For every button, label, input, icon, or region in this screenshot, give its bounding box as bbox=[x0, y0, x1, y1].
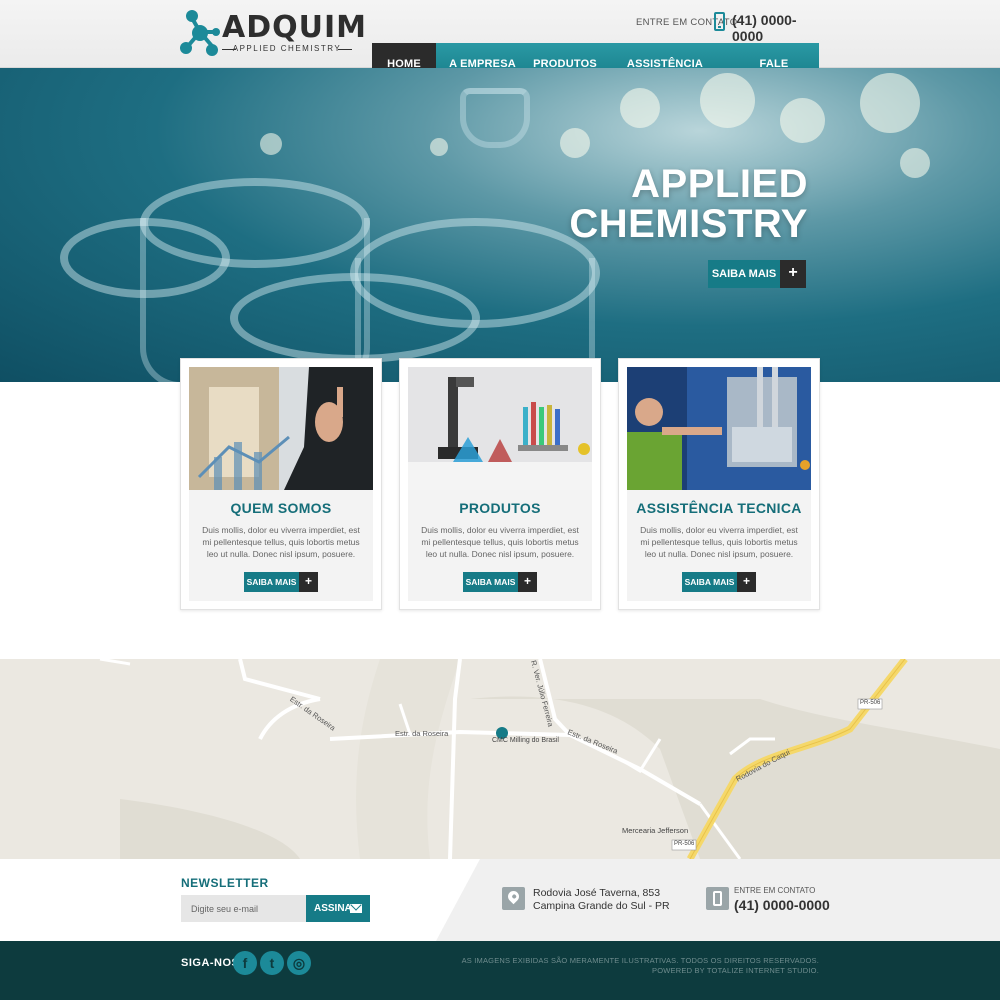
card-produtos: PRODUTOS Duis mollis, dolor eu viverra i… bbox=[399, 358, 601, 610]
contact-label: ENTRE EM CONTATO bbox=[734, 886, 816, 895]
site-footer: SIGA-NOS f t ◎ AS IMAGENS EXIBIDAS SÃO M… bbox=[0, 941, 1000, 1000]
twitter-icon[interactable]: t bbox=[260, 951, 284, 975]
plus-icon: + bbox=[518, 572, 537, 592]
map-label: PR-506 bbox=[674, 841, 695, 847]
location-map[interactable]: Estr. da Roseira Estr. da Roseira Estr. … bbox=[0, 659, 1000, 859]
info-band: NEWSLETTER ASSINAR Rodovia José Taverna,… bbox=[0, 859, 1000, 941]
plus-icon: + bbox=[780, 260, 806, 288]
card-text: Duis mollis, dolor eu viverra imperdiet,… bbox=[640, 525, 798, 559]
card-text: Duis mollis, dolor eu viverra imperdiet,… bbox=[421, 525, 579, 559]
follow-label: SIGA-NOS bbox=[181, 957, 240, 969]
card-title: PRODUTOS bbox=[459, 500, 541, 516]
map-label: Mercearia Jefferson bbox=[622, 826, 689, 835]
hero-saiba-mais-button[interactable]: SAIBA MAIS + bbox=[708, 260, 806, 288]
address: Rodovia José Taverna, 853 Campina Grande… bbox=[533, 887, 670, 912]
card-image-technician bbox=[627, 367, 811, 490]
location-pin-icon bbox=[502, 887, 525, 910]
newsletter-subscribe-button[interactable]: ASSINAR bbox=[306, 895, 370, 922]
card-title: ASSISTÊNCIA TECNICA bbox=[636, 500, 802, 516]
map-label: Estr. da Roseira bbox=[395, 729, 449, 738]
newsletter-email-input[interactable] bbox=[181, 895, 306, 922]
plus-icon: + bbox=[299, 572, 318, 592]
phone-icon bbox=[714, 12, 725, 31]
facebook-icon[interactable]: f bbox=[233, 951, 257, 975]
molecule-icon bbox=[180, 10, 220, 56]
contact-phone[interactable]: (41) 0000-0000 bbox=[734, 897, 830, 913]
map-marker-label: CMC Milling do Brasil bbox=[492, 737, 559, 744]
logo-wordmark: ADQUIM bbox=[222, 10, 367, 45]
footer-legal: AS IMAGENS EXIBIDAS SÃO MERAMENTE ILUSTR… bbox=[461, 956, 819, 975]
instagram-icon[interactable]: ◎ bbox=[287, 951, 311, 975]
card-quem-somos: QUEM SOMOS Duis mollis, dolor eu viverra… bbox=[180, 358, 382, 610]
card-title: QUEM SOMOS bbox=[230, 500, 332, 516]
header-contact: ENTRE EM CONTATO (41) 0000-0000 bbox=[636, 12, 816, 44]
card-assistencia-tecnica: ASSISTÊNCIA TECNICA Duis mollis, dolor e… bbox=[618, 358, 820, 610]
newsletter-title: NEWSLETTER bbox=[181, 876, 269, 890]
card-saiba-mais-button[interactable]: SAIBA MAIS + bbox=[682, 572, 756, 592]
logo[interactable]: ADQUIM APPLIED CHEMISTRY bbox=[180, 8, 366, 60]
card-saiba-mais-button[interactable]: SAIBA MAIS + bbox=[463, 572, 537, 592]
plus-icon: + bbox=[737, 572, 756, 592]
map-label: PR-506 bbox=[860, 700, 881, 706]
card-image-lab bbox=[408, 367, 592, 490]
hero-title: APPLIED CHEMISTRY bbox=[569, 162, 808, 246]
card-saiba-mais-button[interactable]: SAIBA MAIS + bbox=[244, 572, 318, 592]
mail-icon bbox=[350, 904, 362, 913]
logo-tagline: APPLIED CHEMISTRY bbox=[222, 44, 352, 53]
card-text: Duis mollis, dolor eu viverra imperdiet,… bbox=[202, 525, 360, 559]
card-image-business bbox=[189, 367, 373, 490]
hero-banner: APPLIED CHEMISTRY SAIBA MAIS + bbox=[0, 68, 1000, 382]
phone-icon bbox=[706, 887, 729, 910]
header-phone[interactable]: (41) 0000-0000 bbox=[732, 12, 816, 44]
